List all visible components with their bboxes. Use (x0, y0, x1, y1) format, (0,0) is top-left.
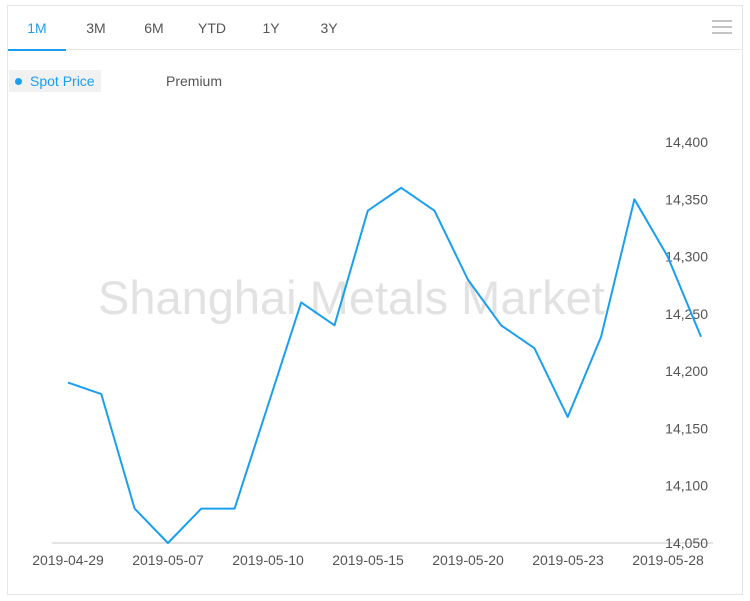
data-point[interactable] (95, 388, 107, 400)
data-point[interactable] (595, 331, 607, 343)
data-point[interactable] (695, 331, 707, 343)
data-point[interactable] (162, 537, 174, 549)
series-line-spot-price (67, 186, 702, 544)
data-point[interactable] (262, 400, 274, 412)
data-point[interactable] (229, 503, 241, 515)
data-point[interactable] (662, 251, 674, 263)
line-chart: 14,05014,10014,15014,20014,25014,30014,3… (32, 134, 713, 568)
x-tick-label: 2019-05-10 (232, 552, 304, 568)
data-point[interactable] (295, 296, 307, 308)
x-tick-label: 2019-05-20 (432, 552, 504, 568)
series-group (62, 182, 707, 549)
y-tick-label: 14,050 (665, 535, 708, 551)
data-point[interactable] (62, 377, 74, 389)
data-point[interactable] (628, 193, 640, 205)
data-point[interactable] (329, 319, 341, 331)
x-tick-label: 2019-04-29 (32, 552, 104, 568)
y-tick-label: 14,150 (665, 420, 708, 436)
data-point[interactable] (129, 503, 141, 515)
data-point[interactable] (195, 503, 207, 515)
x-tick-label: 2019-05-28 (632, 552, 704, 568)
y-tick-label: 14,100 (665, 478, 708, 494)
y-tick-label: 14,250 (665, 306, 708, 322)
data-point[interactable] (528, 342, 540, 354)
data-point[interactable] (562, 411, 574, 423)
data-point[interactable] (362, 205, 374, 217)
x-tick-label: 2019-05-23 (532, 552, 604, 568)
y-tick-label: 14,400 (665, 134, 708, 150)
data-point[interactable] (395, 182, 407, 194)
y-tick-label: 14,200 (665, 363, 708, 379)
data-point[interactable] (495, 319, 507, 331)
x-axis-ticks: 2019-04-29 2019-05-07 2019-05-10 2019-05-15… (32, 552, 704, 568)
y-tick-label: 14,350 (665, 191, 708, 207)
x-tick-label: 2019-05-15 (332, 552, 404, 568)
x-tick-label: 2019-05-07 (132, 552, 204, 568)
data-point[interactable] (428, 205, 440, 217)
data-point[interactable] (462, 273, 474, 285)
